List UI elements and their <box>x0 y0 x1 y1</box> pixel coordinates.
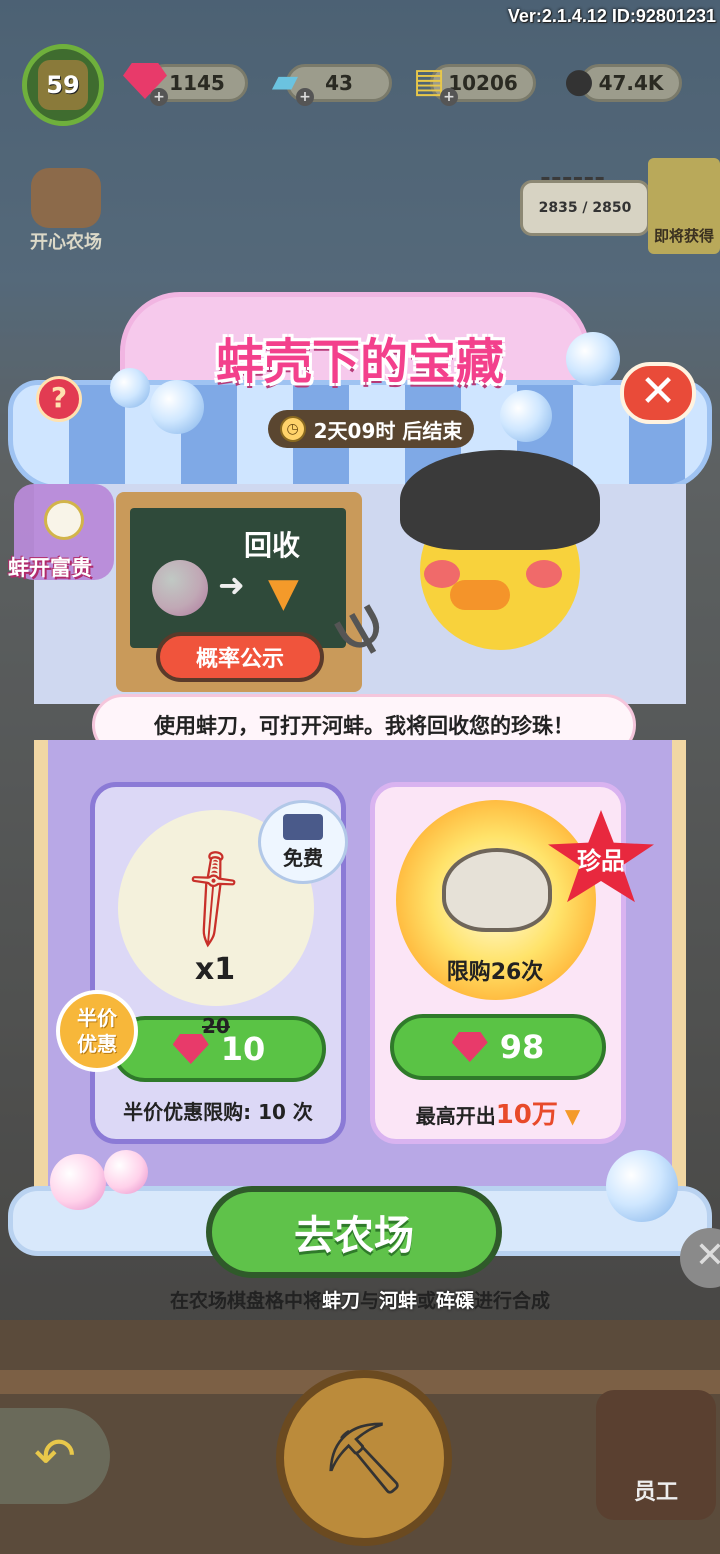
speech-text: 使用蚌刀，可打开河蚌。我将回收您的珍珠！ <box>154 714 574 738</box>
pearl-decoration <box>50 1154 106 1210</box>
duck-beak <box>450 580 510 610</box>
max-reward-text: 最高开出10万 ▼ <box>370 1094 626 1131</box>
clam-price: 98 <box>499 1028 545 1066</box>
hint-item-knife: 蚌刀 <box>321 1290 360 1312</box>
staff-button[interactable]: 员工 <box>596 1390 716 1520</box>
hint-suffix: 进行合成 <box>474 1290 551 1312</box>
free-label: 免费 <box>283 845 323 870</box>
help-button[interactable]: ? <box>36 376 82 422</box>
close-button[interactable]: ✕ <box>620 362 696 424</box>
seed-icon: ● <box>564 61 594 101</box>
carrot-icon: ▼ <box>564 1104 581 1128</box>
half-price-line2: 优惠 <box>77 1032 117 1056</box>
happy-farm-icon <box>31 168 101 228</box>
half-price-line1: 半价 <box>77 1006 117 1030</box>
video-icon <box>283 813 323 840</box>
bubble-decoration <box>606 1150 678 1222</box>
half-price-badge: 半价 优惠 <box>56 990 138 1072</box>
clam-icon <box>442 848 552 932</box>
clock-icon: ◷ <box>279 416 306 442</box>
upcoming-reward[interactable]: 即将获得 <box>648 158 720 254</box>
ticket-count: 43 <box>325 71 353 95</box>
duck-character <box>400 450 600 690</box>
seed-count: 47.4K <box>598 71 664 95</box>
hint-item-oyster: 河蚌 <box>378 1290 417 1312</box>
level-number: 59 <box>38 60 88 110</box>
hint-mid2: 或 <box>417 1290 437 1312</box>
pearl-decoration <box>104 1150 148 1194</box>
shovel-icon: ⛏ <box>319 1416 409 1499</box>
probability-button-label: 概率公示 <box>195 647 284 672</box>
progress-value: 2835 / 2850 <box>538 200 632 216</box>
happy-farm-button[interactable]: 开心农场 <box>30 168 102 254</box>
happy-farm-label: 开心农场 <box>30 232 102 253</box>
add-gem-icon[interactable]: + <box>150 88 168 106</box>
buy-clam-button[interactable]: 98 <box>390 1014 606 1080</box>
duck-hair <box>400 450 600 550</box>
event-timer: ◷ 2天09时 后结束 <box>268 410 474 448</box>
pearl-icon <box>152 560 208 616</box>
player-level-badge[interactable]: 59 <box>22 44 104 126</box>
chalkboard-text: 回收 <box>244 529 301 562</box>
max-reward-value: 10万 <box>495 1100 558 1130</box>
version-id-label: Ver:2.1.4.12 ID:92801231 <box>507 6 716 26</box>
half-price-limit: 半价优惠限购: 10 次 <box>123 1100 313 1124</box>
shovel-button[interactable]: ⛏ <box>276 1370 452 1546</box>
gem-icon <box>451 1032 488 1062</box>
go-farm-button[interactable]: 去农场 <box>206 1186 502 1278</box>
merge-hint: 在农场棋盘格中将蚌刀与河蚌或砗磲进行合成 <box>0 1286 720 1313</box>
hint-item-tridacna: 砗磲 <box>436 1290 475 1312</box>
bubble-decoration <box>110 368 150 408</box>
clam-purchase-limit: 限购26次 <box>446 960 544 985</box>
hint-mid: 与 <box>359 1290 379 1312</box>
probability-button[interactable]: 概率公示 <box>156 632 324 682</box>
upcoming-reward-label: 即将获得 <box>653 227 714 245</box>
hint-prefix: 在农场棋盘格中将 <box>169 1290 322 1312</box>
max-reward-prefix: 最高开出 <box>415 1104 496 1128</box>
arrow-right-icon: ➜ <box>218 566 245 604</box>
duck-cheek <box>526 560 562 588</box>
add-ticket-icon[interactable]: + <box>296 88 314 106</box>
gem-icon <box>172 1034 209 1064</box>
rare-badge-label: 珍品 <box>577 846 625 875</box>
staff-label: 员工 <box>633 1480 678 1505</box>
bubble-decoration <box>566 332 620 386</box>
coupon-count: 10206 <box>448 71 518 95</box>
event-title: 蚌壳下的宝藏 <box>215 334 504 390</box>
gem-count: 1145 <box>169 71 225 95</box>
add-coupon-icon[interactable]: + <box>440 88 458 106</box>
bubble-decoration <box>500 390 552 442</box>
oyster-fortune-label: 蚌开富贵 <box>8 556 92 580</box>
back-button[interactable]: ↶ <box>0 1408 110 1504</box>
go-farm-label: 去农场 <box>294 1213 414 1259</box>
carrot-icon: ▼ <box>268 570 299 616</box>
progress-panel[interactable]: 2835 / 2850 <box>520 180 650 236</box>
free-video-button[interactable]: 免费 <box>258 800 348 884</box>
knife-quantity: x1 <box>194 952 236 987</box>
pearl-icon <box>44 500 84 540</box>
event-timer-text: 2天09时 后结束 <box>313 418 463 443</box>
original-price: 20 <box>202 1014 230 1038</box>
